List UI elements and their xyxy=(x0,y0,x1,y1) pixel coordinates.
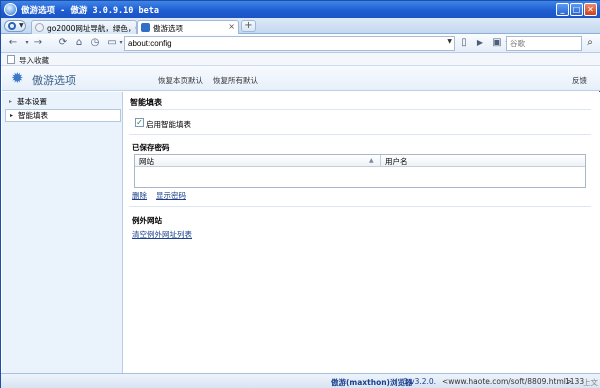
table-header: 网站 ▲ 用户名 xyxy=(135,155,585,167)
minimize-button[interactable]: _ xyxy=(556,3,569,16)
sidebar-item-basic-settings[interactable]: ▸ 基本设置 xyxy=(5,96,121,109)
divider xyxy=(129,109,591,110)
main-menu-button[interactable]: ▼ xyxy=(4,20,26,32)
maxthon-logo-icon[interactable] xyxy=(4,3,17,16)
status-tail: 上文 xyxy=(583,378,598,387)
page-title: 傲游选项 xyxy=(32,74,76,87)
options-header: ✹ 傲游选项 恢复本页默认 恢复所有默认 反馈 xyxy=(2,66,600,91)
chevron-down-icon: ▼ xyxy=(19,22,24,29)
saved-passwords-table[interactable]: 网站 ▲ 用户名 xyxy=(134,154,586,188)
favorites-bar: 导入收藏 xyxy=(1,53,600,66)
chevron-right-icon: ▸ xyxy=(10,112,14,119)
status-version: 3 v3.2.0. xyxy=(403,377,437,386)
window-title: 傲游选项 - 傲游 3.0.9.10 beta xyxy=(21,6,159,16)
page-icon xyxy=(35,23,44,32)
column-header-username[interactable]: 用户名 xyxy=(385,156,408,167)
saved-passwords-title: 已保存密码 xyxy=(132,143,170,152)
search-input[interactable] xyxy=(510,37,580,50)
sort-ascending-icon: ▲ xyxy=(369,157,374,164)
chevron-right-icon: ▸ xyxy=(9,98,13,105)
status-bar: 傲游(maxthon)浏览器 3 v3.2.0. <www.haote.com/… xyxy=(1,373,600,388)
new-tab-button[interactable]: + xyxy=(241,20,256,32)
enable-smart-fill-label[interactable]: 启用智能填表 xyxy=(146,119,191,130)
divider xyxy=(129,206,591,207)
delete-password-link[interactable]: 删除 xyxy=(132,190,147,201)
status-browser-name: 傲游(maxthon)浏览器 xyxy=(331,378,413,387)
forward-icon[interactable]: → xyxy=(32,37,44,49)
exceptions-title: 例外网站 xyxy=(132,216,162,225)
options-sidebar: ▸ 基本设置 ▸ 智能填表 xyxy=(2,92,123,373)
maximize-button[interactable]: □ xyxy=(570,3,583,16)
browser-window: 傲游选项 - 傲游 3.0.9.10 beta _ □ ✕ ▼ go2000网址… xyxy=(0,0,600,388)
column-header-site[interactable]: 网站 xyxy=(139,156,154,167)
address-bar[interactable]: ▼ xyxy=(124,36,455,51)
play-icon[interactable]: ▶ xyxy=(474,37,486,49)
search-icon[interactable]: ⌕ xyxy=(584,37,596,49)
favorite-page-icon[interactable]: ▯ xyxy=(458,37,470,49)
column-separator[interactable] xyxy=(380,155,381,167)
close-tab-icon[interactable]: × xyxy=(228,22,235,31)
restore-all-default-button[interactable]: 恢复所有默认 xyxy=(213,75,258,86)
tab-options[interactable]: 傲游选项 × xyxy=(137,20,239,34)
gear-icon: ✹ xyxy=(11,69,24,87)
navigation-toolbar: ← ▾ → ⟳ ⌂ ◷ ▭ ▾ ▼ ▯ ▶ ▣ ▾ ⌕ xyxy=(1,34,600,53)
show-password-link[interactable]: 显示密码 xyxy=(156,190,186,201)
maxthon-menu-icon xyxy=(8,22,16,30)
feedback-link[interactable]: 反馈 xyxy=(572,75,587,86)
import-favorites-icon xyxy=(7,55,15,64)
tab-label: 傲游选项 xyxy=(153,24,183,33)
enable-smart-fill-checkbox[interactable]: ✓ xyxy=(135,118,144,127)
clear-exceptions-link[interactable]: 清空例外网址列表 xyxy=(132,229,192,240)
chevron-down-icon[interactable]: ▼ xyxy=(447,38,452,45)
back-icon[interactable]: ← xyxy=(7,37,19,49)
maxthon-options-icon xyxy=(141,23,150,32)
search-box[interactable] xyxy=(506,36,582,51)
section-title: 智能填表 xyxy=(130,98,162,107)
divider xyxy=(129,134,591,135)
title-bar: 傲游选项 - 傲游 3.0.9.10 beta _ □ ✕ xyxy=(1,1,600,18)
home-icon[interactable]: ⌂ xyxy=(73,37,85,49)
sidebar-item-smart-fill[interactable]: ▸ 智能填表 xyxy=(5,109,121,122)
address-input[interactable] xyxy=(125,37,425,50)
history-icon[interactable]: ◷ xyxy=(89,37,101,49)
tab-strip: ▼ go2000网址导航，绿色，快... 傲游选项 × + xyxy=(1,18,600,34)
refresh-icon[interactable]: ⟳ xyxy=(57,37,69,49)
import-favorites-link[interactable]: 导入收藏 xyxy=(19,55,49,66)
sidebar-item-label: 智能填表 xyxy=(18,111,48,120)
restore-page-default-button[interactable]: 恢复本页默认 xyxy=(158,75,203,86)
tab-label: go2000网址导航，绿色，快... xyxy=(47,24,136,33)
tab-go2000[interactable]: go2000网址导航，绿色，快... xyxy=(31,20,137,34)
status-url: <www.haote.com/soft/8809.html> xyxy=(442,377,573,386)
sidebar-item-label: 基本设置 xyxy=(17,97,47,106)
close-button[interactable]: ✕ xyxy=(584,3,597,16)
status-count: 1133 xyxy=(565,377,585,386)
